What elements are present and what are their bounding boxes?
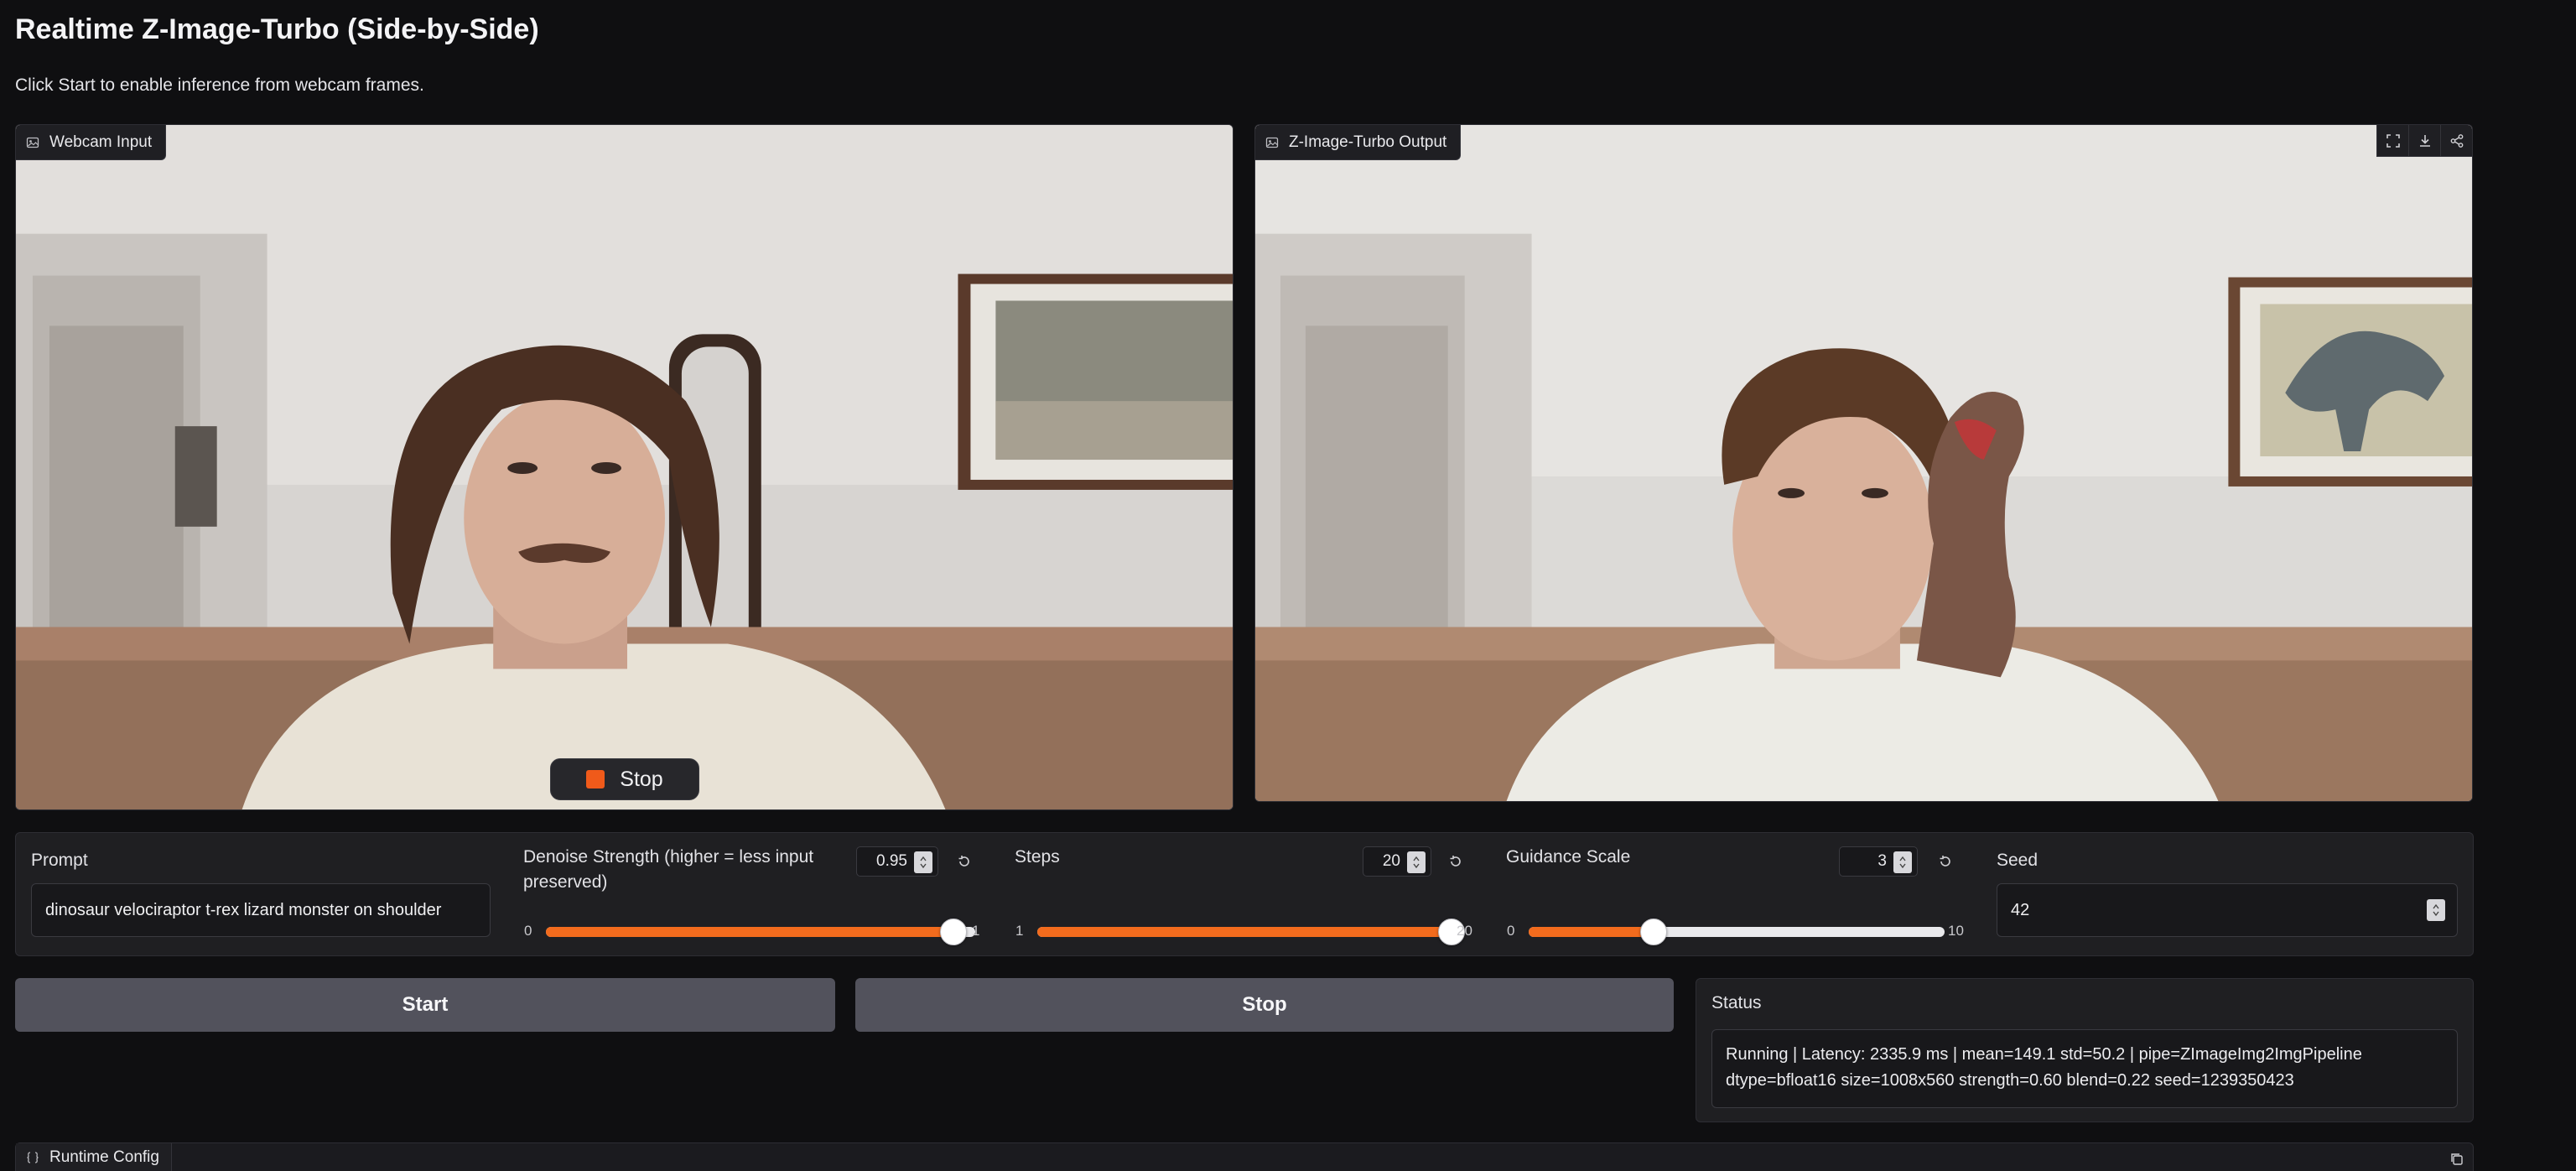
denoise-slider[interactable] (546, 919, 975, 945)
webcam-stop-label: Stop (620, 767, 663, 791)
copy-icon (2451, 1153, 2463, 1165)
guidance-number-input[interactable]: 3 (1839, 846, 1918, 877)
guidance-slider-thumb[interactable] (1639, 919, 1667, 945)
guidance-reset-button[interactable] (1931, 846, 1960, 877)
code-braces-icon (27, 1151, 39, 1163)
denoise-slider-thumb[interactable] (940, 919, 968, 945)
prompt-input[interactable]: dinosaur velociraptor t-rex lizard monst… (31, 883, 491, 937)
seed-input[interactable]: 42 (1997, 883, 2458, 937)
reset-icon (1450, 856, 1461, 867)
webcam-video-frame (16, 125, 1233, 809)
webcam-input-panel[interactable]: Webcam Input (15, 124, 1233, 810)
denoise-max: 1 (972, 923, 980, 939)
runtime-config-label-text: Runtime Config (49, 1148, 159, 1166)
fullscreen-icon (2386, 133, 2400, 148)
denoise-slider-fill (546, 927, 954, 937)
guidance-min: 0 (1507, 923, 1515, 939)
page-title: Realtime Z-Image-Turbo (Side-by-Side) (15, 13, 539, 45)
denoise-spinner[interactable] (914, 851, 932, 873)
prompt-value: dinosaur velociraptor t-rex lizard monst… (45, 900, 442, 919)
guidance-max: 10 (1948, 923, 1964, 939)
spinner-arrows-icon (1899, 856, 1906, 869)
share-button[interactable] (2440, 125, 2472, 157)
webcam-stop-button[interactable]: Stop (550, 758, 699, 800)
steps-min: 1 (1015, 923, 1024, 939)
denoise-number-input[interactable]: 0.95 (856, 846, 938, 877)
guidance-label: Guidance Scale (1506, 847, 1631, 867)
download-button[interactable] (2408, 125, 2440, 157)
reset-icon (1940, 856, 1950, 867)
seed-label: Seed (1997, 851, 2038, 870)
stop-square-icon (586, 770, 605, 788)
status-output: Running | Latency: 2335.9 ms | mean=149.… (1711, 1029, 2458, 1108)
steps-slider[interactable] (1037, 919, 1465, 945)
denoise-value: 0.95 (876, 852, 907, 870)
steps-slider-fill (1037, 927, 1452, 937)
denoise-label: Denoise Strength (higher = less input pr… (523, 847, 814, 892)
start-button[interactable]: Start (15, 978, 835, 1032)
stop-button[interactable]: Stop (855, 978, 1674, 1032)
runtime-config-panel[interactable]: Runtime Config (15, 1142, 2474, 1171)
status-label: Status (1711, 993, 1762, 1012)
guidance-slider[interactable] (1529, 919, 1945, 945)
status-line-2: dtype=bfloat16 size=1008x560 strength=0.… (1726, 1071, 2294, 1090)
steps-reset-button[interactable] (1441, 846, 1470, 877)
denoise-min: 0 (524, 923, 532, 939)
share-icon (2450, 133, 2463, 148)
seed-value: 42 (2011, 900, 2030, 919)
runtime-config-label: Runtime Config (16, 1143, 172, 1171)
output-label-text: Z-Image-Turbo Output (1289, 133, 1447, 151)
output-toolbar (2376, 125, 2472, 157)
page-description: Click Start to enable inference from web… (15, 75, 424, 95)
steps-label: Steps (1015, 847, 1060, 867)
download-icon (2419, 134, 2430, 147)
spinner-arrows-icon (2433, 903, 2439, 917)
output-label: Z-Image-Turbo Output (1255, 125, 1462, 160)
steps-value: 20 (1382, 852, 1400, 870)
spinner-arrows-icon (1413, 856, 1420, 869)
seed-spinner[interactable] (2427, 899, 2445, 921)
status-line-1: Running | Latency: 2335.9 ms | mean=149.… (1726, 1045, 2362, 1064)
image-icon (26, 137, 39, 148)
fullscreen-button[interactable] (2376, 125, 2408, 157)
guidance-value: 3 (1877, 852, 1887, 870)
copy-button[interactable] (2446, 1148, 2468, 1170)
steps-max: 20 (1457, 923, 1472, 939)
output-image (1255, 125, 2472, 801)
reset-icon (958, 856, 969, 867)
status-panel: Status Running | Latency: 2335.9 ms | me… (1696, 978, 2474, 1122)
guidance-slider-fill (1529, 927, 1654, 937)
controls-panel: Prompt dinosaur velociraptor t-rex lizar… (15, 832, 2474, 956)
image-icon (1265, 137, 1279, 148)
steps-spinner[interactable] (1407, 851, 1426, 873)
webcam-input-label: Webcam Input (16, 125, 167, 160)
steps-number-input[interactable]: 20 (1363, 846, 1431, 877)
spinner-arrows-icon (920, 856, 927, 869)
output-panel: Z-Image-Turbo Output (1254, 124, 2473, 802)
webcam-input-label-text: Webcam Input (49, 133, 153, 151)
guidance-spinner[interactable] (1893, 851, 1912, 873)
prompt-label: Prompt (31, 851, 88, 870)
denoise-reset-button[interactable] (950, 846, 979, 877)
